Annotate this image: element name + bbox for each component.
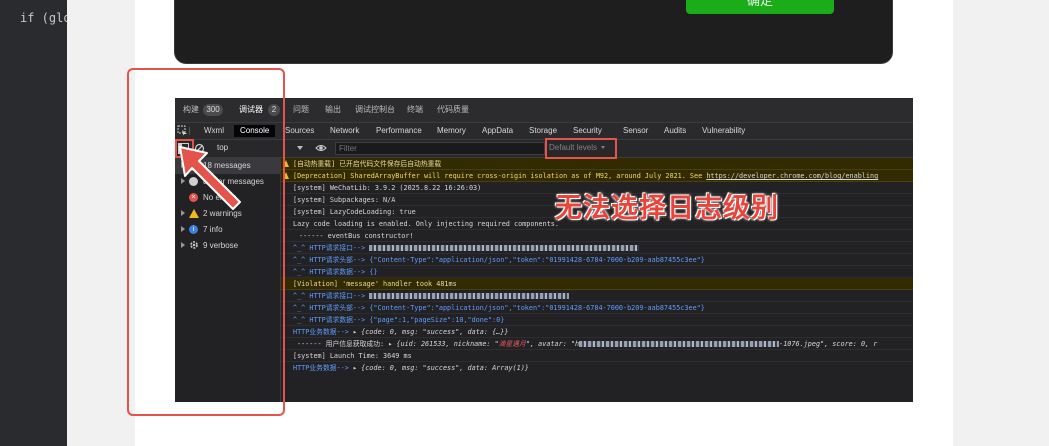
eye-icon[interactable] (315, 143, 327, 153)
log-line[interactable]: HTTP业务数据--> ▸ {code: 0, msg: "success", … (281, 326, 913, 338)
log-line: ^_^ HTTP请求数据--> {"page":1,"pageSize":10,… (281, 314, 913, 326)
code-editor-panel: if (globa (0, 0, 85, 446)
highlight-frame-toggle-button (175, 139, 194, 158)
console-filter-bar: top Default levels (175, 140, 913, 158)
log-line: ^_^ HTTP请求接口--> (281, 242, 913, 254)
log-line: ^_^ HTTP请求头部--> {"Content-Type":"applica… (281, 302, 913, 314)
tab-memory[interactable]: Memory (437, 125, 466, 137)
filter-input[interactable] (335, 142, 545, 155)
log-line: [Violation] 'message' handler took 481ms (281, 278, 913, 290)
log-line: ^_^ HTTP请求接口--> (281, 290, 913, 302)
log-line: ------ eventBus constructor! (281, 230, 913, 242)
top-tab-bar: 构建 300 调试器 2 问题 输出 调试控制台 终端 代码质量 (175, 98, 913, 123)
tab-issues[interactable]: 问题 (293, 104, 309, 116)
tab-output[interactable]: 输出 (325, 104, 341, 116)
log-line: [system] Launch Time: 3649 ms (281, 350, 913, 362)
highlight-frame-sidebar (127, 68, 285, 416)
redacted-url (369, 293, 570, 299)
tab-performance[interactable]: Performance (376, 125, 422, 137)
tab-terminal[interactable]: 终端 (407, 104, 423, 116)
tab-code-quality[interactable]: 代码质量 (437, 104, 469, 116)
log-line: ^_^ HTTP请求头部--> {"Content-Type":"applica… (281, 254, 913, 266)
tab-network[interactable]: Network (330, 125, 359, 137)
log-line[interactable]: HTTP业务数据--> ▸ {code: 0, msg: "success", … (281, 362, 913, 374)
devtools-window: 构建 300 调试器 2 问题 输出 调试控制台 终端 代码质量 Wxml Co… (175, 98, 913, 402)
tab-security[interactable]: Security (573, 125, 602, 137)
page-gutter (67, 0, 135, 446)
page-gutter-right (953, 0, 1049, 446)
redacted-url (369, 245, 640, 251)
tab-vulnerability[interactable]: Vulnerability (702, 125, 745, 137)
tab-sensor[interactable]: Sensor (623, 125, 648, 137)
annotation-text: 无法选择日志级别 (555, 193, 779, 224)
redacted-url (579, 341, 780, 347)
panel-tab-bar: Wxml Console Sources Network Performance… (175, 123, 913, 140)
deprecation-link[interactable]: https://developer.chrome.com/blog/enabli… (706, 172, 878, 180)
log-line: [自动热重载] 已开启代码文件保存后自动热重载 (281, 158, 913, 170)
tab-audits[interactable]: Audits (664, 125, 686, 137)
tab-storage[interactable]: Storage (529, 125, 557, 137)
log-line: ^_^ HTTP请求数据--> {} (281, 266, 913, 278)
tab-debug-console[interactable]: 调试控制台 (355, 104, 395, 116)
context-dropdown-icon[interactable] (297, 146, 303, 150)
highlight-frame-levels (545, 138, 617, 159)
log-line[interactable]: ------ 用户信息获取成功: ▸ {uid: 261533, nicknam… (281, 338, 913, 350)
tab-appdata[interactable]: AppData (482, 125, 513, 137)
tab-sources[interactable]: Sources (285, 125, 314, 137)
confirm-button[interactable]: 确定 (686, 0, 834, 14)
log-line: [Deprecation] SharedArrayBuffer will req… (281, 170, 913, 182)
